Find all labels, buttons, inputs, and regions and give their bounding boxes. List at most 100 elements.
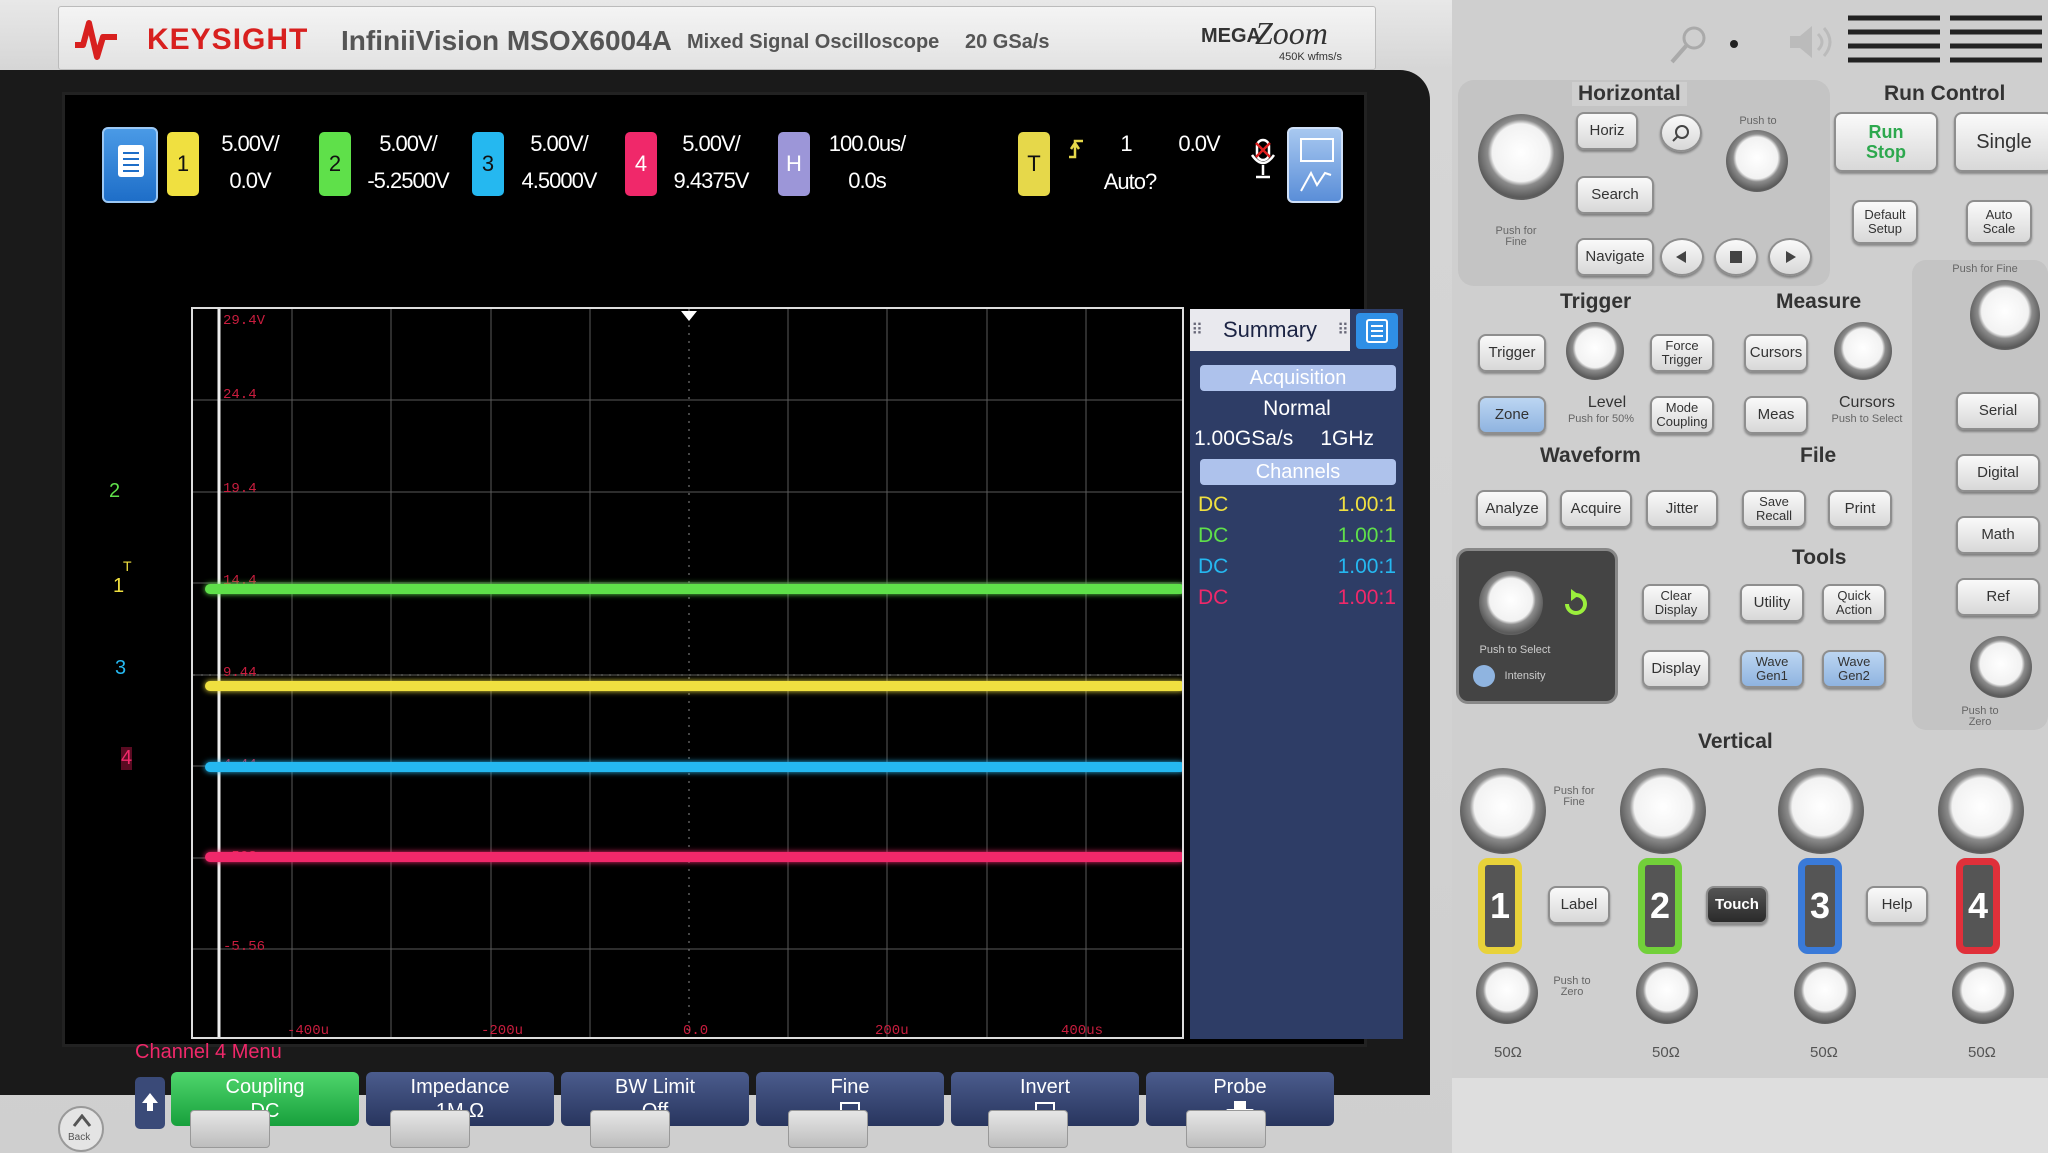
ch1-position-knob[interactable]: [1476, 962, 1538, 1024]
ch3-position-knob[interactable]: [1794, 962, 1856, 1024]
ch2-key[interactable]: 2: [1638, 858, 1682, 954]
summary-panel[interactable]: ⠿ Summary ⠿ Acquisition Normal 1.00GSa/s 1G…: [1190, 309, 1403, 1039]
play-forward-icon: [1786, 251, 1796, 263]
zone-button[interactable]: Zone: [1478, 396, 1546, 434]
single-button[interactable]: Single: [1954, 112, 2048, 172]
gesture-draw-icon: [1300, 138, 1334, 192]
scope-display[interactable]: 1 5.00V/0.0V 2 5.00V/-5.2500V 3 5.00V/4.…: [62, 92, 1403, 1129]
ch4-impedance-label: 50Ω: [1968, 1044, 1996, 1061]
default-setup-button[interactable]: Default Setup: [1852, 200, 1918, 244]
wave-gen2-button[interactable]: Wave Gen2: [1822, 650, 1886, 688]
entry-knob[interactable]: [1479, 571, 1543, 635]
ch3-key[interactable]: 3: [1798, 858, 1842, 954]
utility-button[interactable]: Utility: [1740, 584, 1804, 622]
intensity-button[interactable]: [1473, 665, 1495, 687]
display-button[interactable]: Display: [1642, 650, 1710, 688]
math-button[interactable]: Math: [1956, 516, 2040, 554]
x-tick: 400us: [1061, 1023, 1104, 1039]
save-recall-button[interactable]: Save Recall: [1742, 490, 1806, 528]
acquisition-header: Acquisition: [1200, 365, 1396, 391]
ch4-ground-marker[interactable]: 4: [121, 747, 133, 770]
trigger-level-marker[interactable]: T: [123, 558, 132, 574]
print-button[interactable]: Print: [1828, 490, 1892, 528]
help-button[interactable]: Help: [1866, 886, 1928, 924]
horizontal-indicator[interactable]: H: [778, 132, 810, 196]
jitter-button[interactable]: Jitter: [1646, 490, 1718, 528]
horizontal-position-knob[interactable]: [1726, 130, 1788, 192]
ch4-indicator[interactable]: 4: [625, 132, 657, 196]
ch3-scale-knob[interactable]: [1778, 768, 1864, 854]
run-stop-button[interactable]: Run Stop: [1834, 112, 1938, 172]
auto-scale-button[interactable]: Auto Scale: [1966, 200, 2032, 244]
cursors-knob[interactable]: [1834, 322, 1892, 380]
speaker-icon: [1790, 26, 1832, 58]
wave-gen1-button[interactable]: Wave Gen1: [1740, 650, 1804, 688]
trigger-level-knob[interactable]: [1566, 322, 1624, 380]
ch1-ground-marker[interactable]: 1: [113, 575, 124, 598]
nav-back-button[interactable]: [1660, 238, 1704, 276]
ch2-ground-marker[interactable]: 2: [109, 480, 120, 503]
main-menu-button[interactable]: [102, 127, 158, 203]
acquire-button[interactable]: Acquire: [1560, 490, 1632, 528]
mode-coupling-button[interactable]: Mode Coupling: [1650, 396, 1714, 434]
force-trigger-button[interactable]: Force Trigger: [1650, 334, 1714, 372]
indicator-led: [1730, 40, 1738, 48]
ch4-position-knob[interactable]: [1952, 962, 2014, 1024]
softkey-hw-6[interactable]: [1186, 1110, 1266, 1148]
analyze-button[interactable]: Analyze: [1476, 490, 1548, 528]
ch1-key[interactable]: 1: [1478, 858, 1522, 954]
ch2-position-knob[interactable]: [1636, 962, 1698, 1024]
offset-knob[interactable]: [1970, 636, 2032, 698]
serial-button[interactable]: Serial: [1956, 392, 2040, 430]
front-panel: Horizontal Push for Fine Horiz Push to S…: [1452, 0, 2048, 1153]
horiz-button[interactable]: Horiz: [1576, 112, 1638, 150]
trigger-source[interactable]: 1: [1111, 125, 1141, 162]
touch-button[interactable]: Touch: [1706, 886, 1768, 924]
ch2-trace: [205, 584, 1182, 594]
trigger-button[interactable]: Trigger: [1478, 334, 1546, 372]
ch3-ground-marker[interactable]: 3: [115, 657, 126, 680]
ch4-scale[interactable]: 5.00V/9.4375V: [661, 125, 761, 199]
softkey-hw-4[interactable]: [788, 1110, 868, 1148]
summary-select-button[interactable]: [1356, 313, 1398, 349]
horizontal-scale[interactable]: 100.0us/0.0s: [817, 125, 917, 199]
clear-display-button[interactable]: Clear Display: [1642, 584, 1710, 622]
search-button[interactable]: Search: [1576, 176, 1654, 214]
ch3-scale[interactable]: 5.00V/4.5000V: [509, 125, 609, 199]
waveform-graticule[interactable]: 29.4V 24.4 19.4 14.4 9.44 4.44 -563m -5.…: [191, 307, 1184, 1039]
cursors-button[interactable]: Cursors: [1744, 334, 1808, 372]
serial-position-knob[interactable]: [1970, 280, 2040, 350]
ch1-scale[interactable]: 5.00V/0.0V: [205, 125, 295, 199]
summary-title[interactable]: ⠿ Summary ⠿: [1190, 309, 1350, 351]
softkey-hw-5[interactable]: [988, 1110, 1068, 1148]
touch-gesture-button[interactable]: [1287, 127, 1343, 203]
trigger-indicator[interactable]: T: [1018, 132, 1050, 196]
ch2-scale[interactable]: 5.00V/-5.2500V: [355, 125, 461, 199]
menu-up-button[interactable]: [135, 1077, 165, 1129]
trigger-mode[interactable]: Auto?: [1085, 163, 1175, 200]
microphone-muted-icon[interactable]: [1248, 137, 1278, 181]
softkey-hw-1[interactable]: [190, 1110, 270, 1148]
ch1-indicator[interactable]: 1: [167, 132, 199, 196]
ch4-scale-knob[interactable]: [1938, 768, 2024, 854]
label-button[interactable]: Label: [1548, 886, 1610, 924]
ch3-indicator[interactable]: 3: [472, 132, 504, 196]
softkey-hw-3[interactable]: [590, 1110, 670, 1148]
ch2-indicator[interactable]: 2: [319, 132, 351, 196]
nav-stop-button[interactable]: [1714, 238, 1758, 276]
quick-action-button[interactable]: Quick Action: [1822, 584, 1886, 622]
ch1-scale-knob[interactable]: [1460, 768, 1546, 854]
meas-button[interactable]: Meas: [1744, 396, 1808, 434]
ref-button[interactable]: Ref: [1956, 578, 2040, 616]
trigger-level[interactable]: 0.0V: [1169, 125, 1229, 162]
navigate-button[interactable]: Navigate: [1576, 238, 1654, 276]
horizontal-scale-knob[interactable]: [1478, 114, 1564, 200]
softkey-hw-2[interactable]: [390, 1110, 470, 1148]
ch4-key[interactable]: 4: [1956, 858, 2000, 954]
ch2-scale-knob[interactable]: [1620, 768, 1706, 854]
nav-forward-button[interactable]: [1768, 238, 1812, 276]
ch3-trace: [205, 762, 1182, 772]
digital-button[interactable]: Digital: [1956, 454, 2040, 492]
zoom-button[interactable]: [1660, 114, 1702, 152]
back-button[interactable]: Back: [58, 1106, 104, 1152]
